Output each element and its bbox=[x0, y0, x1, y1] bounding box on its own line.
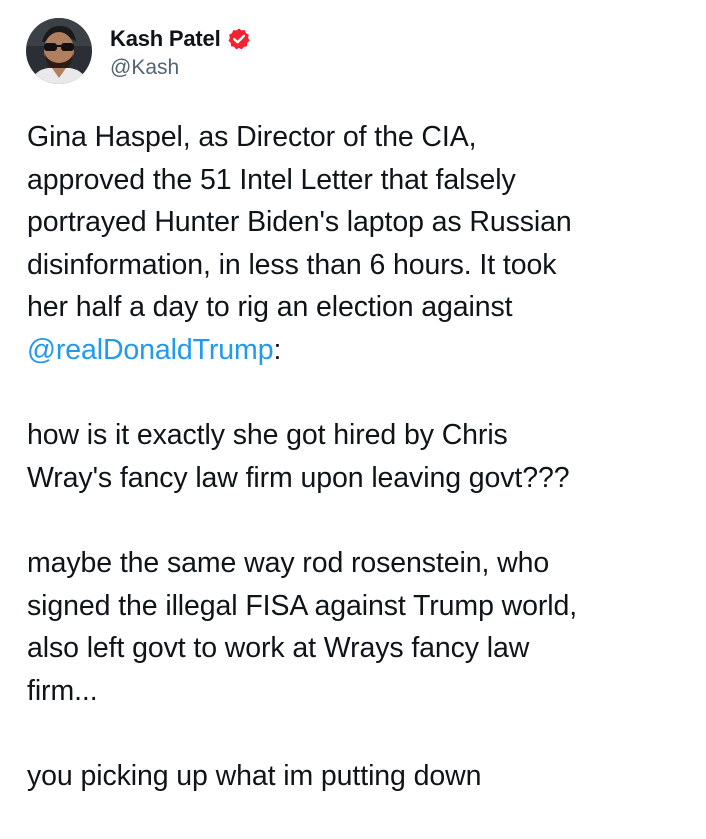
verified-badge-icon[interactable] bbox=[227, 27, 251, 51]
mention-suffix: : bbox=[273, 333, 282, 366]
post-line: firm... bbox=[27, 674, 98, 707]
post-header: Kash Patel @Kash bbox=[26, 18, 251, 84]
post-body: Gina Haspel, as Director of the CIA, app… bbox=[27, 116, 687, 798]
post-line: Wray's fancy law firm upon leaving govt?… bbox=[27, 461, 570, 494]
mention-link[interactable]: @realDonaldTrump bbox=[27, 334, 274, 366]
post-line: approved the 51 Intel Letter that falsel… bbox=[27, 163, 516, 196]
post-line: also left govt to work at Wrays fancy la… bbox=[27, 632, 530, 665]
name-row: Kash Patel bbox=[110, 22, 251, 56]
avatar-photo-icon bbox=[26, 18, 92, 84]
author-handle[interactable]: @Kash bbox=[110, 56, 251, 80]
avatar[interactable] bbox=[26, 18, 92, 84]
author-names: Kash Patel @Kash bbox=[110, 22, 251, 80]
post-line: signed the illegal FISA against Trump wo… bbox=[27, 589, 578, 622]
post-line: maybe the same way rod rosenstein, who bbox=[27, 546, 550, 579]
post: Kash Patel @Kash Gina Haspel, as Directo… bbox=[0, 0, 706, 839]
post-line-mention: @realDonaldTrump: bbox=[27, 329, 687, 372]
post-line: how is it exactly she got hired by Chris bbox=[27, 419, 508, 452]
post-line: disinformation, in less than 6 hours. It… bbox=[27, 248, 557, 281]
author-display-name[interactable]: Kash Patel bbox=[110, 26, 221, 52]
post-line: Gina Haspel, as Director of the CIA, bbox=[27, 121, 477, 153]
post-line: her half a day to rig an election agains… bbox=[27, 291, 513, 324]
post-line: portrayed Hunter Biden's laptop as Russi… bbox=[27, 206, 572, 239]
post-line: you picking up what im putting down bbox=[27, 759, 482, 792]
